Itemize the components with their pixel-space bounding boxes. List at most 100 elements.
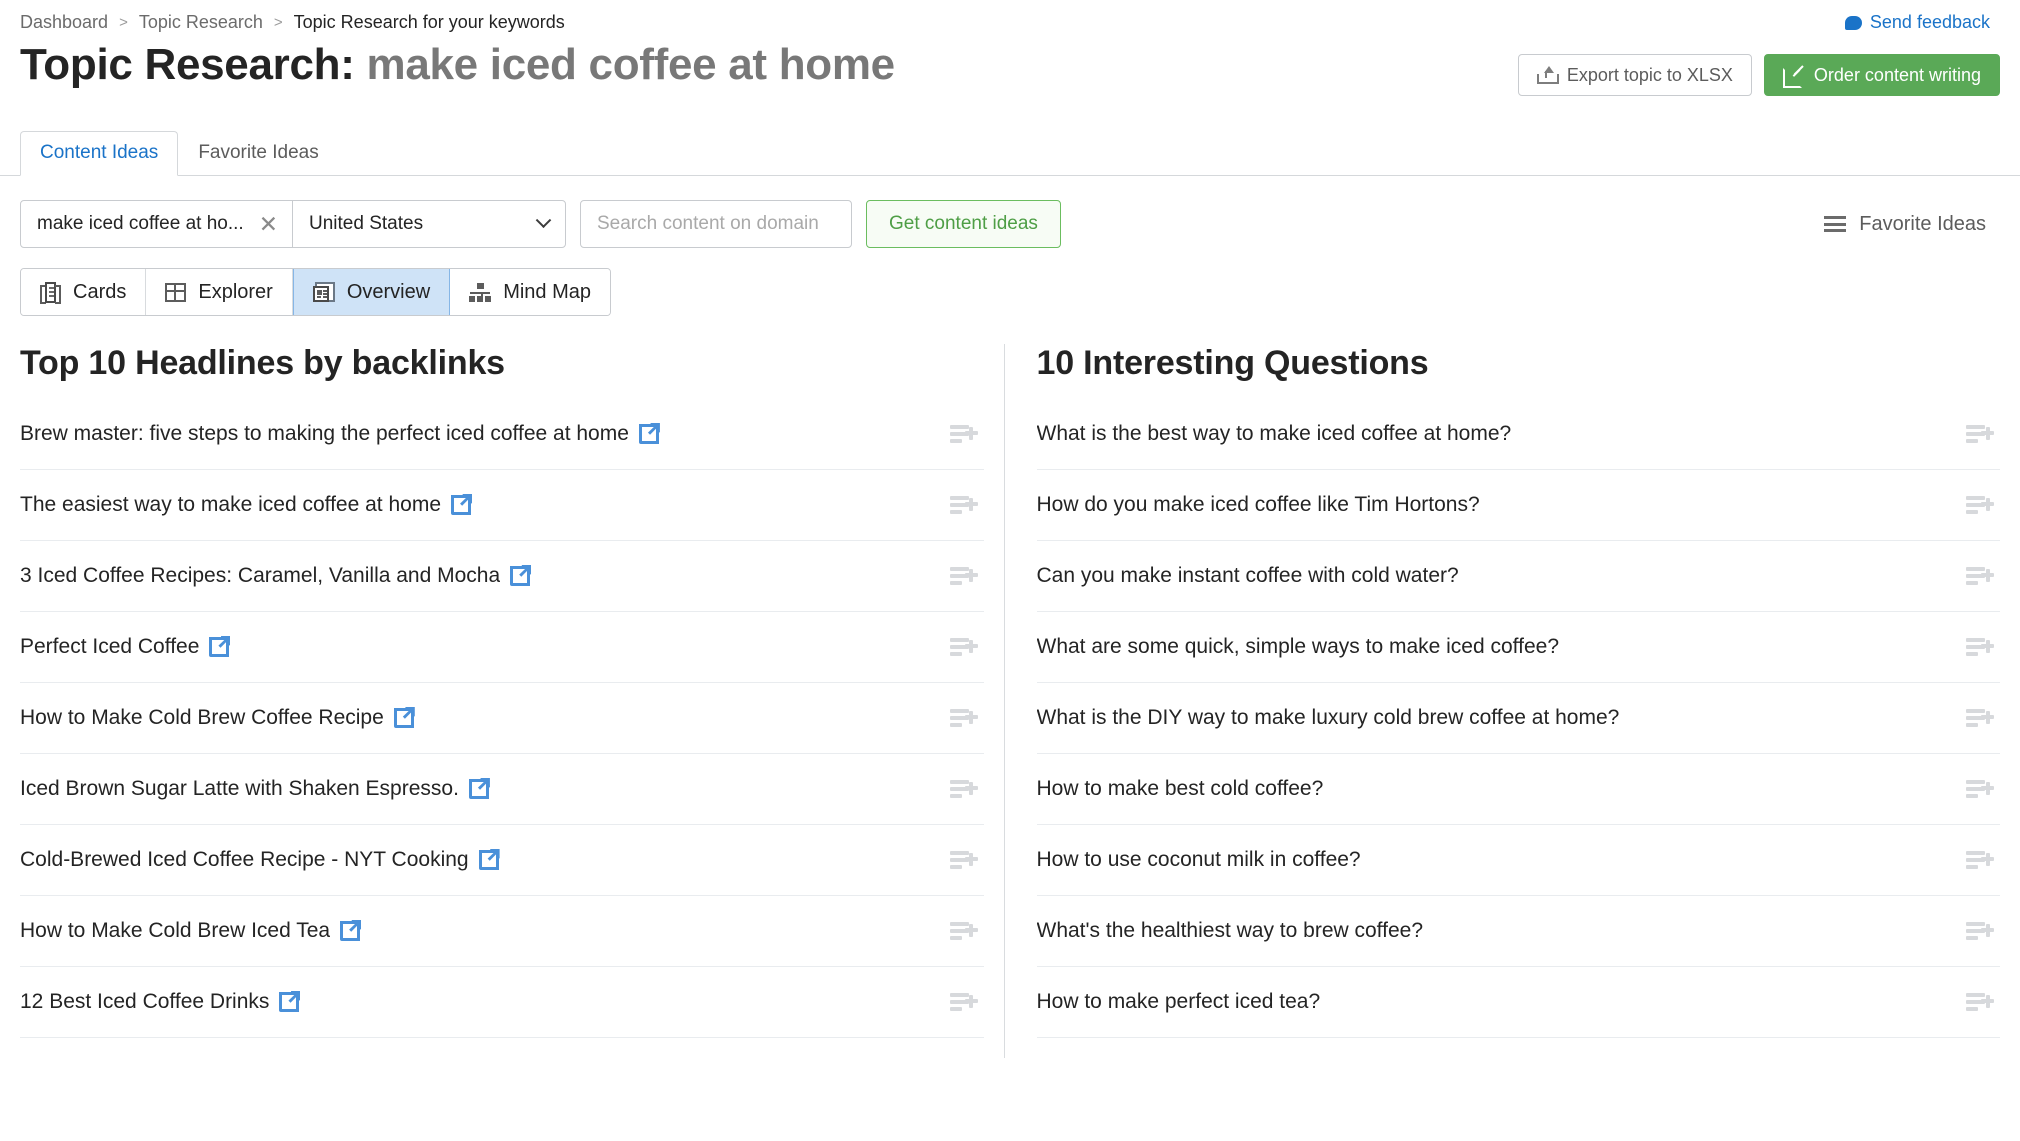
order-content-writing-button[interactable]: Order content writing: [1763, 54, 2000, 96]
external-link-icon[interactable]: [209, 637, 230, 657]
question-link[interactable]: Can you make instant coffee with cold wa…: [1037, 564, 1459, 588]
tab-favorite-ideas[interactable]: Favorite Ideas: [178, 131, 338, 176]
question-link[interactable]: What is the best way to make iced coffee…: [1037, 422, 1512, 446]
export-topic-label: Export topic to XLSX: [1566, 64, 1733, 85]
external-link-icon[interactable]: [510, 566, 531, 586]
headline-link[interactable]: 12 Best Iced Coffee Drinks: [20, 990, 300, 1014]
page-title: Topic Research: make iced coffee at home: [20, 41, 895, 88]
questions-panel: 10 Interesting Questions What is the bes…: [1005, 344, 2020, 1058]
country-select[interactable]: United States: [293, 201, 565, 247]
headline-row: Brew master: five steps to making the pe…: [20, 399, 984, 470]
external-link-icon[interactable]: [468, 779, 489, 799]
view-button-overview[interactable]: Overview: [292, 269, 451, 315]
question-text: How to make perfect iced tea?: [1036, 990, 1321, 1013]
view-switcher-row: Cards Explorer Overview Mind Map: [0, 250, 2020, 316]
add-to-list-icon[interactable]: [949, 424, 978, 444]
question-row: How to make best cold coffee?: [1036, 754, 2000, 825]
export-topic-button[interactable]: Export topic to XLSX: [1517, 54, 1752, 96]
keyword-input[interactable]: make iced coffee at ho... ✕: [21, 201, 293, 247]
add-to-list-icon[interactable]: [1966, 708, 1994, 728]
add-to-list-icon[interactable]: [949, 708, 978, 728]
question-text: How to make best cold coffee?: [1036, 777, 1324, 800]
cards-icon: [40, 281, 61, 304]
headline-link[interactable]: Cold-Brewed Iced Coffee Recipe - NYT Coo…: [20, 848, 499, 872]
view-button-cards[interactable]: Cards: [21, 269, 147, 315]
question-link[interactable]: What is the DIY way to make luxury cold …: [1037, 706, 1620, 730]
headline-link[interactable]: How to Make Cold Brew Iced Tea: [20, 919, 361, 943]
headline-row: 12 Best Iced Coffee Drinks: [20, 967, 984, 1038]
headline-row: 3 Iced Coffee Recipes: Caramel, Vanilla …: [20, 541, 984, 612]
headline-row: How to Make Cold Brew Coffee Recipe: [20, 683, 984, 754]
add-to-list-icon[interactable]: [1966, 637, 1994, 657]
headline-text: The easiest way to make iced coffee at h…: [20, 493, 442, 516]
external-link-icon[interactable]: [279, 992, 300, 1012]
add-to-list-icon[interactable]: [1966, 566, 1994, 586]
external-link-icon[interactable]: [340, 921, 361, 941]
question-row: What's the healthiest way to brew coffee…: [1036, 896, 2000, 967]
headline-link[interactable]: Brew master: five steps to making the pe…: [20, 422, 659, 446]
get-content-ideas-button[interactable]: Get content ideas: [866, 200, 1061, 248]
send-feedback-link[interactable]: Send feedback: [1844, 12, 2000, 33]
close-icon[interactable]: ✕: [259, 212, 278, 236]
headline-text: 3 Iced Coffee Recipes: Caramel, Vanilla …: [20, 564, 501, 587]
headline-link[interactable]: How to Make Cold Brew Coffee Recipe: [20, 706, 414, 730]
favorite-ideas-link[interactable]: Favorite Ideas: [1824, 213, 2000, 236]
add-to-list-icon[interactable]: [949, 566, 978, 586]
headline-link[interactable]: 3 Iced Coffee Recipes: Caramel, Vanilla …: [20, 564, 531, 588]
tab-bar: Content Ideas Favorite Ideas: [0, 130, 2020, 176]
question-link[interactable]: How to make best cold coffee?: [1037, 777, 1324, 801]
add-to-list-icon[interactable]: [1966, 424, 1994, 444]
question-link[interactable]: How to use coconut milk in coffee?: [1037, 848, 1361, 872]
view-label-cards: Cards: [73, 280, 127, 303]
view-label-explorer: Explorer: [198, 280, 273, 303]
view-button-explorer[interactable]: Explorer: [146, 269, 293, 315]
add-to-list-icon[interactable]: [949, 921, 978, 941]
add-to-list-icon[interactable]: [1966, 921, 1994, 941]
table-icon: [165, 282, 187, 302]
list-icon: [1824, 216, 1847, 232]
question-row: How to use coconut milk in coffee?: [1036, 825, 2000, 896]
add-to-list-icon[interactable]: [949, 637, 978, 657]
add-to-list-icon[interactable]: [949, 992, 978, 1012]
external-link-icon[interactable]: [393, 708, 414, 728]
headline-text: 12 Best Iced Coffee Drinks: [20, 990, 270, 1013]
add-to-list-icon[interactable]: [949, 850, 978, 870]
question-text: How to use coconut milk in coffee?: [1036, 848, 1361, 871]
add-to-list-icon[interactable]: [1966, 495, 1994, 515]
domain-search-input[interactable]: [580, 200, 852, 248]
question-link[interactable]: How to make perfect iced tea?: [1037, 990, 1321, 1014]
breadcrumb-item-topic-research[interactable]: Topic Research: [139, 12, 263, 33]
overview-content: Top 10 Headlines by backlinks Brew maste…: [0, 316, 2020, 1058]
mindmap-icon: [469, 282, 491, 302]
headline-text: How to Make Cold Brew Iced Tea: [20, 919, 331, 942]
question-text: Can you make instant coffee with cold wa…: [1036, 564, 1459, 587]
add-to-list-icon[interactable]: [1966, 850, 1994, 870]
add-to-list-icon[interactable]: [949, 495, 978, 515]
question-link[interactable]: What's the healthiest way to brew coffee…: [1037, 919, 1424, 943]
headline-link[interactable]: Perfect Iced Coffee: [20, 635, 230, 659]
question-link[interactable]: What are some quick, simple ways to make…: [1037, 635, 1560, 659]
question-row: What is the best way to make iced coffee…: [1036, 399, 2000, 470]
headline-link[interactable]: Iced Brown Sugar Latte with Shaken Espre…: [20, 777, 489, 801]
question-text: What is the DIY way to make luxury cold …: [1036, 706, 1620, 729]
external-link-icon[interactable]: [638, 424, 659, 444]
add-to-list-icon[interactable]: [1966, 779, 1994, 799]
favorite-ideas-label: Favorite Ideas: [1859, 212, 1986, 235]
add-to-list-icon[interactable]: [949, 779, 978, 799]
add-to-list-icon[interactable]: [1966, 992, 1994, 1012]
breadcrumb-separator: >: [119, 13, 128, 31]
headline-text: Perfect Iced Coffee: [20, 635, 200, 658]
view-label-mind-map: Mind Map: [503, 280, 592, 303]
questions-title: 10 Interesting Questions: [1036, 344, 1429, 382]
headlines-list: Brew master: five steps to making the pe…: [20, 399, 984, 1038]
question-link[interactable]: How do you make iced coffee like Tim Hor…: [1037, 493, 1480, 517]
speech-bubble-icon: [1844, 16, 1862, 30]
headline-text: How to Make Cold Brew Coffee Recipe: [20, 706, 384, 729]
tab-content-ideas[interactable]: Content Ideas: [20, 131, 179, 176]
external-link-icon[interactable]: [451, 495, 472, 515]
chevron-down-icon: [535, 211, 552, 228]
view-button-mind-map[interactable]: Mind Map: [450, 269, 611, 315]
headline-link[interactable]: The easiest way to make iced coffee at h…: [20, 493, 472, 517]
breadcrumb-item-dashboard[interactable]: Dashboard: [20, 12, 108, 33]
external-link-icon[interactable]: [478, 850, 499, 870]
